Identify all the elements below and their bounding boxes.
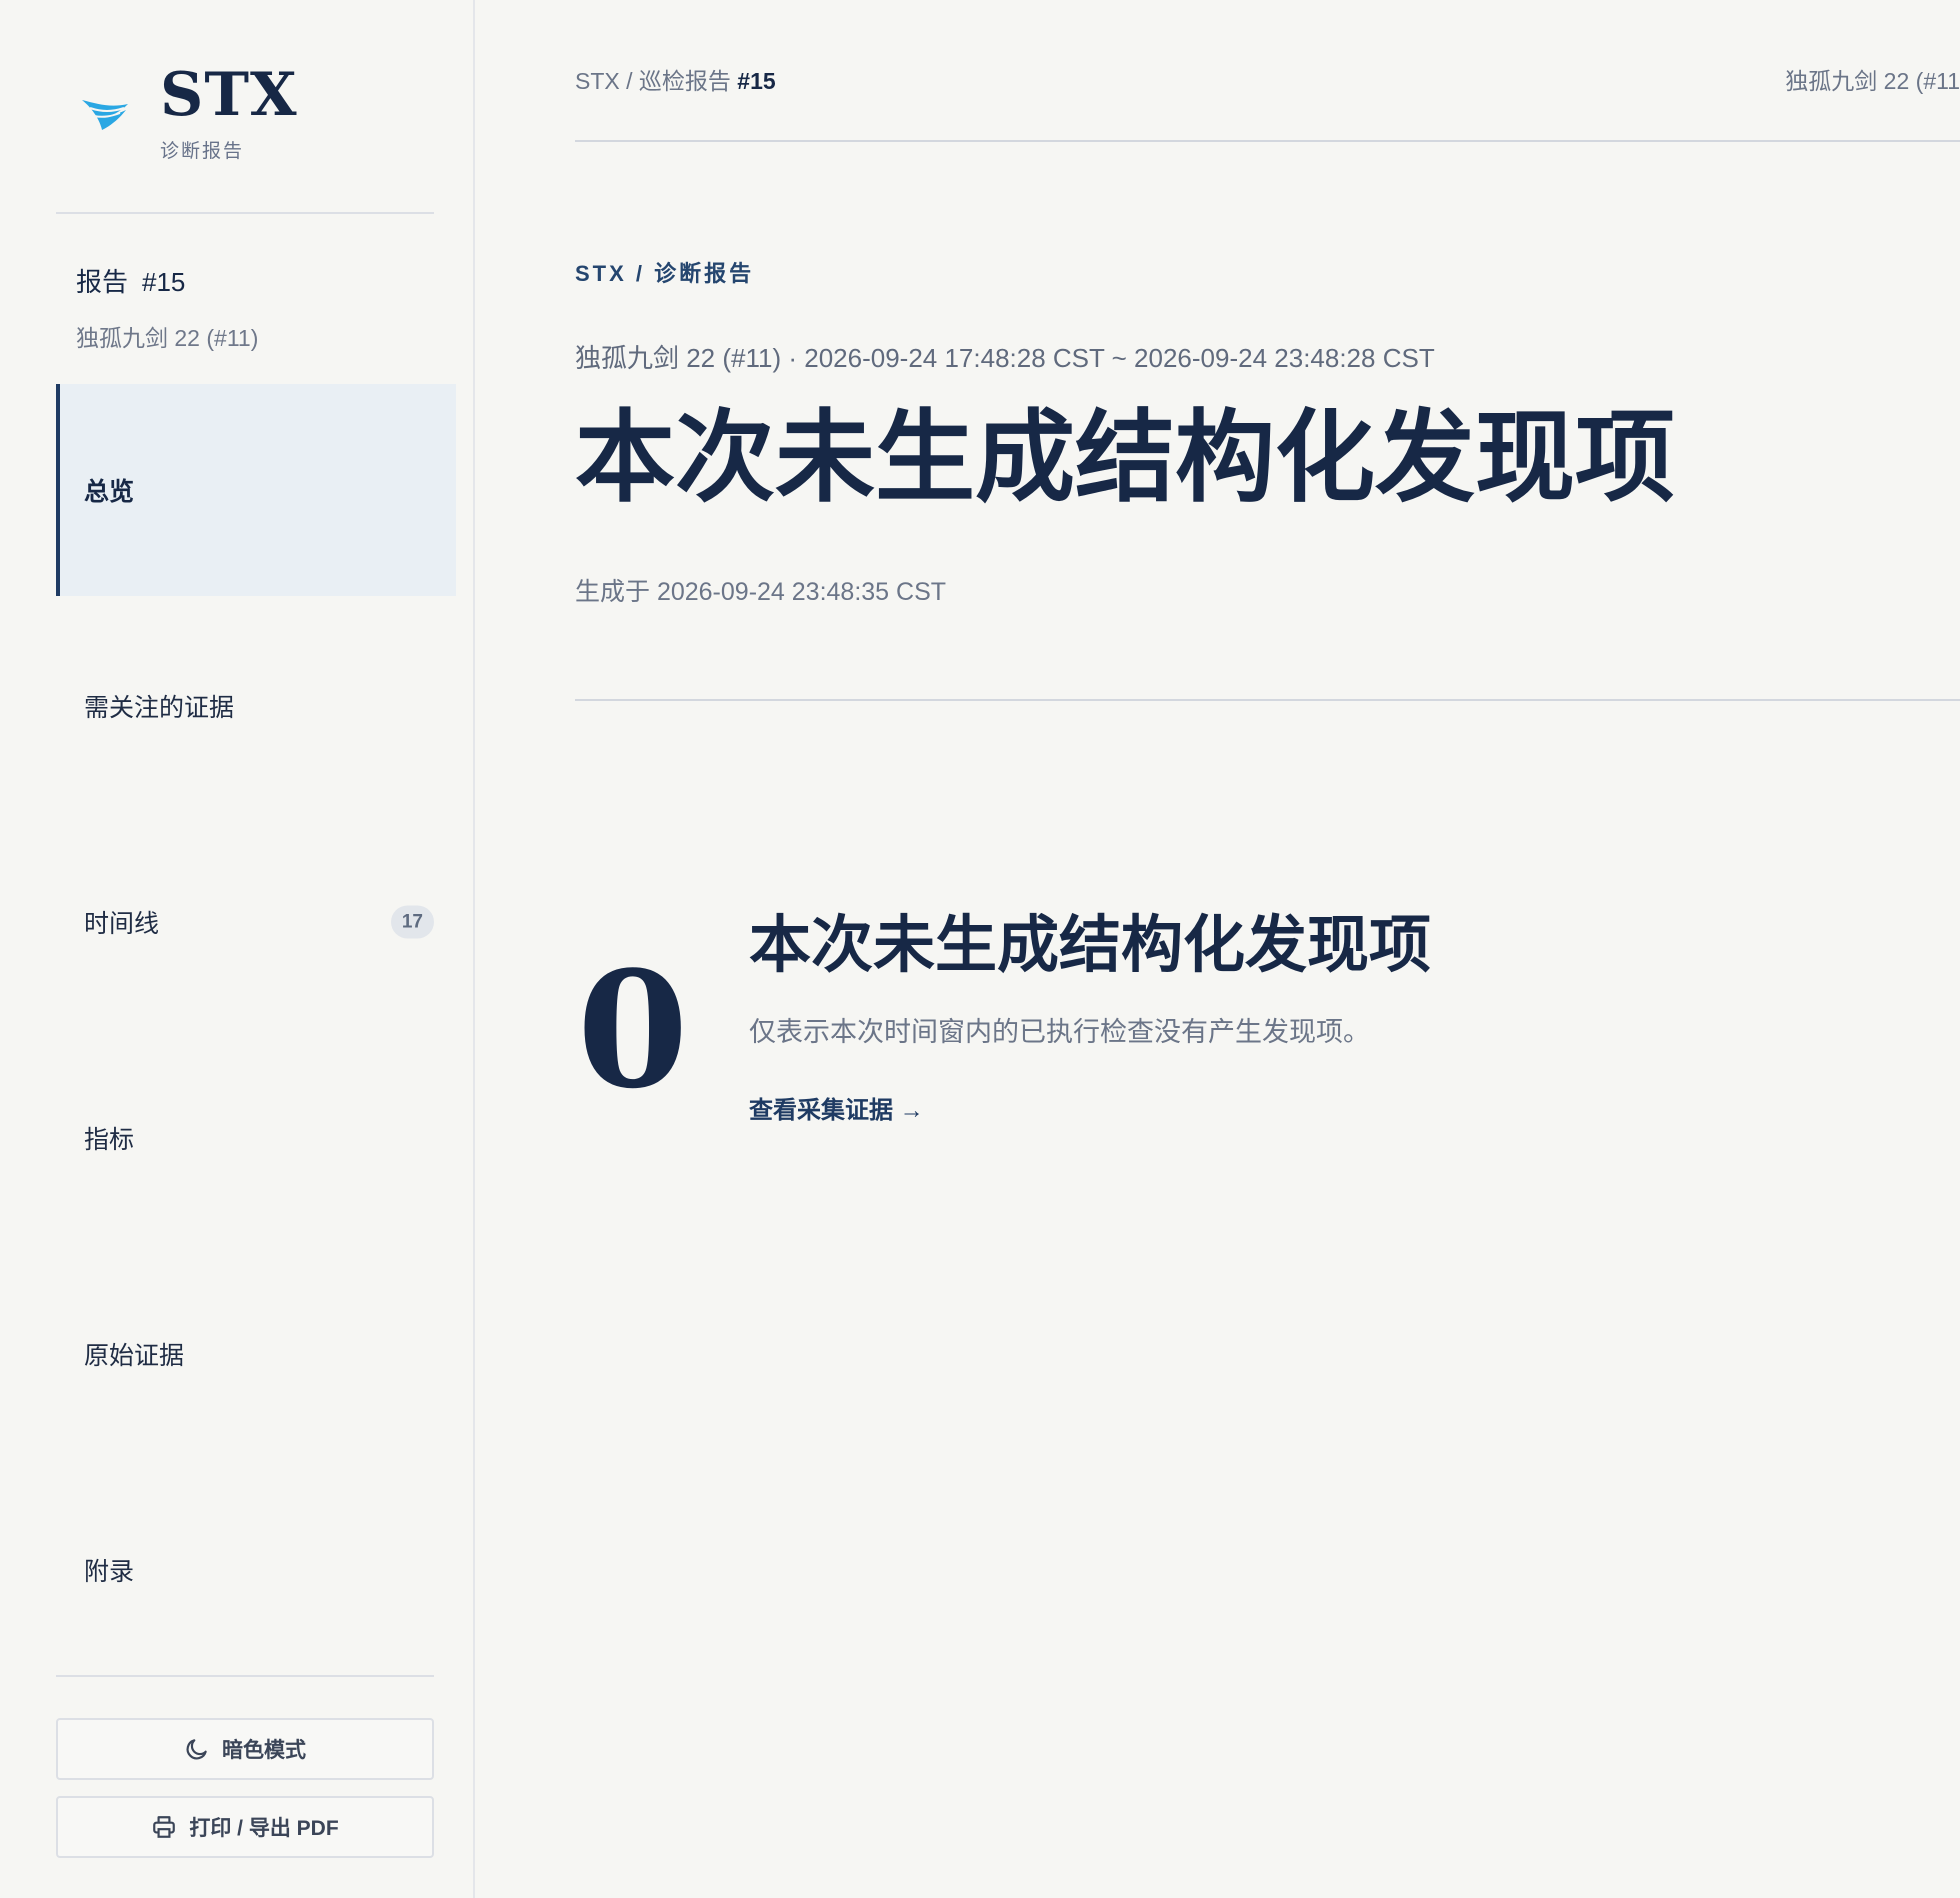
- report-meta: 报告 #15 独孤九剑 22 (#11): [76, 262, 258, 353]
- sidebar-nav: 总览 需关注的证据 时间线 17 指标 原始证据 附录: [56, 384, 456, 1680]
- sidebar-item-label: 时间线: [84, 910, 160, 938]
- breadcrumb: STX / 巡检报告 #15: [575, 68, 776, 94]
- dark-mode-label: 暗色模式: [222, 1739, 306, 1762]
- page: STX 诊断报告 报告 #15 独孤九剑 22 (#11) 总览 需关注的证据 时…: [0, 0, 1960, 1898]
- dark-mode-button[interactable]: 暗色模式: [56, 1718, 434, 1780]
- report-number: #15: [142, 267, 186, 297]
- generated-time: 生成于 2026-09-24 23:48:35 CST: [575, 578, 947, 606]
- sidebar-item-evidence-attention[interactable]: 需关注的证据: [56, 600, 456, 812]
- bird-logo-icon: [82, 100, 128, 130]
- empty-state-description: 仅表示本次时间窗内的已执行检查没有产生发现项。: [749, 1017, 1370, 1047]
- report-title: 报告 #15: [76, 262, 258, 299]
- count-badge: 17: [390, 905, 434, 939]
- empty-state-title: 本次未生成结构化发现项: [749, 908, 1432, 981]
- printer-icon: [153, 1816, 176, 1838]
- sidebar-divider: [56, 1675, 434, 1677]
- sidebar-item-label: 指标: [84, 1126, 135, 1154]
- moon-icon: [186, 1739, 207, 1760]
- report-subtitle: 独孤九剑 22 (#11): [76, 325, 259, 351]
- sidebar-item-label: 附录: [84, 1558, 135, 1586]
- sidebar-item-raw-evidence[interactable]: 原始证据: [56, 1248, 456, 1460]
- report-label: 报告: [76, 267, 129, 297]
- section-divider: [575, 699, 1960, 701]
- brand-subtitle: 诊断报告: [160, 141, 245, 162]
- sidebar-item-timeline[interactable]: 时间线 17: [56, 816, 456, 1028]
- findings-count: 0: [577, 936, 689, 1124]
- breadcrumb-report-number: #15: [737, 68, 776, 94]
- main-content: STX / 巡检报告 #15 独孤九剑 22 (#11 STX / 诊断报告 独…: [477, 0, 1960, 1898]
- brand-name: STX: [160, 60, 298, 130]
- sidebar-divider: [56, 212, 434, 214]
- sidebar: STX 诊断报告 报告 #15 独孤九剑 22 (#11) 总览 需关注的证据 时…: [0, 0, 475, 1898]
- view-evidence-link[interactable]: 查看采集证据 →: [749, 1090, 924, 1125]
- header-divider: [575, 140, 1960, 142]
- sidebar-item-appendix[interactable]: 附录: [56, 1464, 456, 1676]
- sidebar-item-label: 原始证据: [84, 1342, 185, 1370]
- section-eyebrow: STX / 诊断报告: [575, 261, 755, 286]
- print-pdf-button[interactable]: 打印 / 导出 PDF: [56, 1796, 434, 1858]
- sidebar-item-overview[interactable]: 总览: [56, 384, 456, 596]
- sidebar-item-label: 总览: [84, 478, 135, 506]
- sidebar-item-metrics[interactable]: 指标: [56, 1032, 456, 1244]
- topbar: STX / 巡检报告 #15 独孤九剑 22 (#11: [575, 62, 1960, 94]
- sidebar-item-label: 需关注的证据: [84, 694, 235, 722]
- print-pdf-label: 打印 / 导出 PDF: [189, 1817, 339, 1840]
- brand[interactable]: STX 诊断报告: [80, 60, 297, 162]
- breadcrumb-path: STX / 巡检报告: [575, 68, 738, 94]
- page-title: 本次未生成结构化发现项: [575, 398, 1675, 516]
- time-window: 独孤九剑 22 (#11) · 2026-09-24 17:48:28 CST …: [575, 343, 1435, 373]
- topbar-host: 独孤九剑 22 (#11: [1785, 68, 1960, 94]
